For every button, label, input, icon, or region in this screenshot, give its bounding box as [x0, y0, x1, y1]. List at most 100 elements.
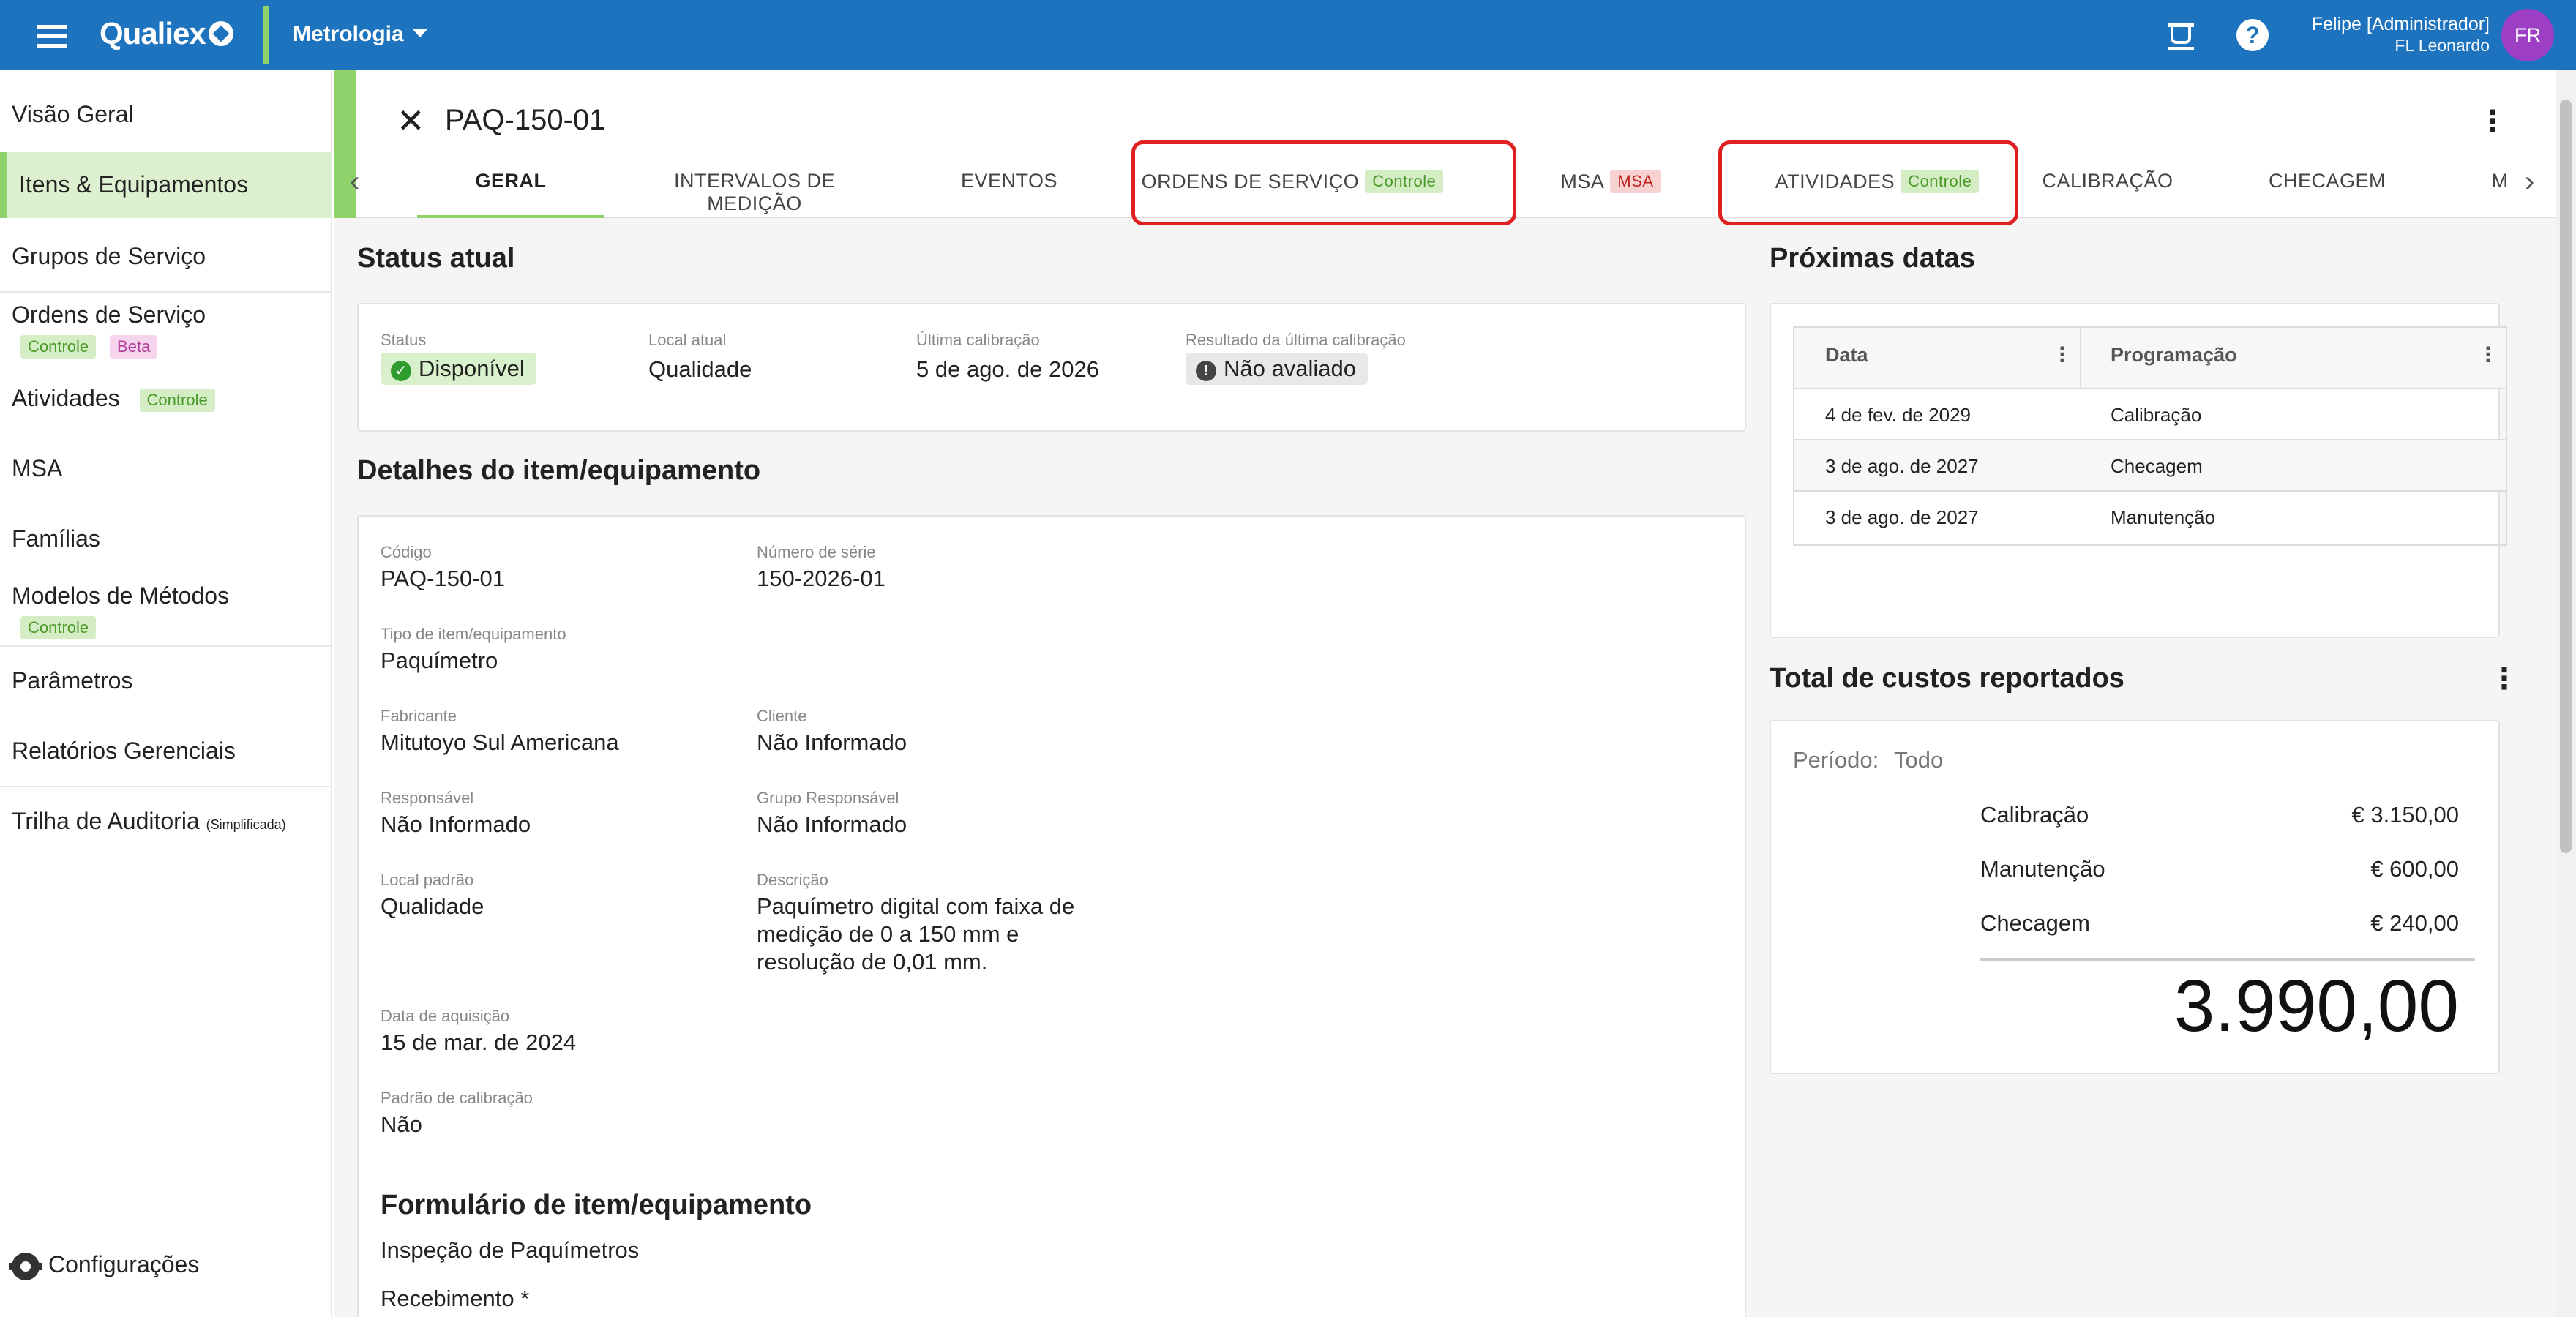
last-calibration-label: Última calibração — [916, 331, 1040, 349]
sidebar-item-msa[interactable]: MSA — [0, 455, 332, 482]
menu-icon[interactable] — [37, 25, 67, 48]
column-header-programacao[interactable]: Programação — [2111, 344, 2237, 367]
status-value: Disponível — [419, 356, 525, 381]
field-label: Tipo de item/equipamento — [381, 625, 566, 643]
field-label: Código — [381, 543, 432, 561]
local-value: Qualidade — [648, 356, 752, 382]
module-selector[interactable]: Metrologia — [293, 22, 427, 47]
controle-badge: Controle — [20, 615, 97, 639]
sidebar-item-label: Atividades — [12, 385, 120, 411]
costs-title: Total de custos reportados — [1770, 663, 2124, 694]
field-label: Número de série — [757, 543, 876, 561]
scrollbar-thumb[interactable] — [2560, 100, 2572, 853]
field-value: Qualidade — [381, 893, 484, 919]
msa-badge: MSA — [1610, 170, 1661, 193]
tab-msa[interactable]: MSA MSA — [1549, 170, 1673, 218]
result-value: Não avaliado — [1224, 356, 1356, 381]
sidebar-item-modelos-metodos[interactable]: Modelos de Métodos Controle — [0, 582, 332, 639]
sidebar-item-itens-equipamentos[interactable]: Itens & Equipamentos — [0, 152, 332, 218]
description-line: medição de 0 a 150 mm e — [757, 921, 1019, 947]
status-badge: ✓ Disponível — [381, 353, 536, 385]
help-icon[interactable]: ? — [2236, 19, 2269, 51]
field-value: Paquímetro — [381, 648, 498, 673]
column-header-data[interactable]: Data — [1825, 344, 1868, 367]
field-value: Mitutoyo Sul Americana — [381, 729, 619, 755]
sidebar-item-configuracoes[interactable]: Configurações — [0, 1251, 332, 1280]
description-line: Paquímetro digital com faixa de — [757, 893, 1075, 919]
main-content: ✕ PAQ-150-01 ⋮ ‹ GERAL INTERVALOS DE MED… — [334, 70, 2556, 1317]
field-value: 15 de mar. de 2024 — [381, 1029, 577, 1055]
chevron-down-icon — [412, 29, 427, 37]
sidebar-item-label: Modelos de Métodos — [12, 582, 230, 609]
field-value: Não — [381, 1111, 422, 1137]
sidebar-item-label: Itens & Equipamentos — [19, 171, 249, 198]
field-label: Local padrão — [381, 871, 474, 889]
table-row[interactable]: 3 de ago. de 2027 Checagem — [1794, 440, 2506, 492]
field-label: Responsável — [381, 789, 474, 807]
field-label: Fabricante — [381, 707, 457, 725]
sidebar-item-label: Trilha de Auditoria — [12, 808, 200, 834]
sidebar-item-label: Ordens de Serviço — [12, 301, 206, 328]
vertical-scrollbar[interactable] — [2556, 70, 2576, 1317]
tab-intervalos-medicao[interactable]: INTERVALOS DE MEDIÇÃO — [634, 170, 875, 218]
field-value: Não Informado — [757, 811, 907, 837]
description-line: resolução de 0,01 mm. — [757, 949, 988, 975]
coffee-cup-icon[interactable] — [2166, 19, 2200, 53]
total-value: 3.990,00 — [2174, 965, 2459, 1047]
tab-checagem[interactable]: CHECAGEM — [2261, 170, 2393, 218]
chevron-left-icon[interactable]: ‹ — [350, 165, 359, 198]
tab-label: CHECAGEM — [2268, 170, 2386, 192]
column-menu-icon[interactable]: ⋮ — [2478, 342, 2498, 367]
next-dates-title: Próximas datas — [1770, 243, 1975, 274]
highlight-atividades — [1718, 140, 2018, 225]
field-value: 150-2026-01 — [757, 566, 886, 591]
costs-options-icon[interactable]: ⋮ — [2490, 664, 2519, 694]
field-value: PAQ-150-01 — [381, 566, 506, 591]
chevron-right-icon[interactable]: › — [2525, 165, 2534, 198]
highlight-ordens-servico — [1131, 140, 1516, 225]
sidebar-item-atividades[interactable]: Atividades Controle — [0, 385, 332, 412]
user-info[interactable]: Felipe [Administrador] FL Leonardo — [2312, 13, 2490, 56]
brand-logo[interactable]: Qualiex — [100, 16, 233, 51]
table-row[interactable]: 4 de fev. de 2029 Calibração — [1794, 389, 2506, 440]
period-label: Período: — [1793, 747, 1879, 773]
tab-calibracao[interactable]: CALIBRAÇÃO — [2042, 170, 2174, 218]
alert-circle-icon: ! — [1196, 361, 1216, 381]
sidebar-item-visao-geral[interactable]: Visão Geral — [0, 101, 332, 128]
table-cell: Checagem — [2111, 455, 2203, 477]
sidebar-item-grupos-servico[interactable]: Grupos de Serviço — [0, 243, 332, 270]
tab-partial[interactable]: M — [2485, 170, 2515, 218]
close-icon[interactable]: ✕ — [397, 104, 425, 138]
brand-logo-icon — [208, 21, 233, 46]
table-header: Data ⋮ Programação ⋮ — [1794, 328, 2506, 389]
tab-geral[interactable]: GERAL — [417, 170, 604, 218]
tab-eventos[interactable]: EVENTOS — [954, 170, 1064, 218]
status-card: Status ✓ Disponível Local atual Qualidade… — [357, 303, 1746, 432]
field-value: Não Informado — [381, 811, 531, 837]
item-header: ✕ PAQ-150-01 ⋮ ‹ GERAL INTERVALOS DE MED… — [334, 70, 2556, 225]
cost-label: Checagem — [1980, 910, 2090, 936]
sidebar-item-familias[interactable]: Famílias — [0, 525, 332, 552]
sidebar-item-ordens-servico[interactable]: Ordens de Serviço Controle Beta — [0, 301, 332, 359]
tab-label: MSA — [1560, 170, 1605, 192]
sidebar-item-trilha-auditoria[interactable]: Trilha de Auditoria (Simplificada) — [0, 808, 332, 835]
beta-badge: Beta — [110, 334, 158, 359]
sidebar-item-label: Parâmetros — [12, 667, 133, 694]
sidebar-item-parametros[interactable]: Parâmetros — [0, 667, 332, 694]
tab-label: M — [2491, 170, 2509, 192]
status-section-title: Status atual — [357, 243, 515, 274]
avatar[interactable]: FR — [2501, 9, 2554, 61]
table-row[interactable]: 3 de ago. de 2027 Manutenção — [1794, 492, 2506, 543]
period-value[interactable]: Todo — [1894, 746, 1943, 774]
status-label: Status — [381, 331, 427, 349]
controle-badge: Controle — [20, 334, 97, 359]
field-label: Grupo Responsável — [757, 789, 899, 807]
more-options-icon[interactable]: ⋮ — [2478, 107, 2507, 136]
sidebar-item-label: Grupos de Serviço — [12, 243, 206, 269]
sidebar-item-relatorios[interactable]: Relatórios Gerenciais — [0, 738, 332, 765]
last-calibration-value: 5 de ago. de 2026 — [916, 356, 1099, 382]
table-cell: 3 de ago. de 2027 — [1825, 455, 1979, 477]
total-divider — [1980, 958, 2475, 961]
table-cell: Calibração — [2111, 404, 2202, 426]
column-menu-icon[interactable]: ⋮ — [2052, 342, 2073, 367]
